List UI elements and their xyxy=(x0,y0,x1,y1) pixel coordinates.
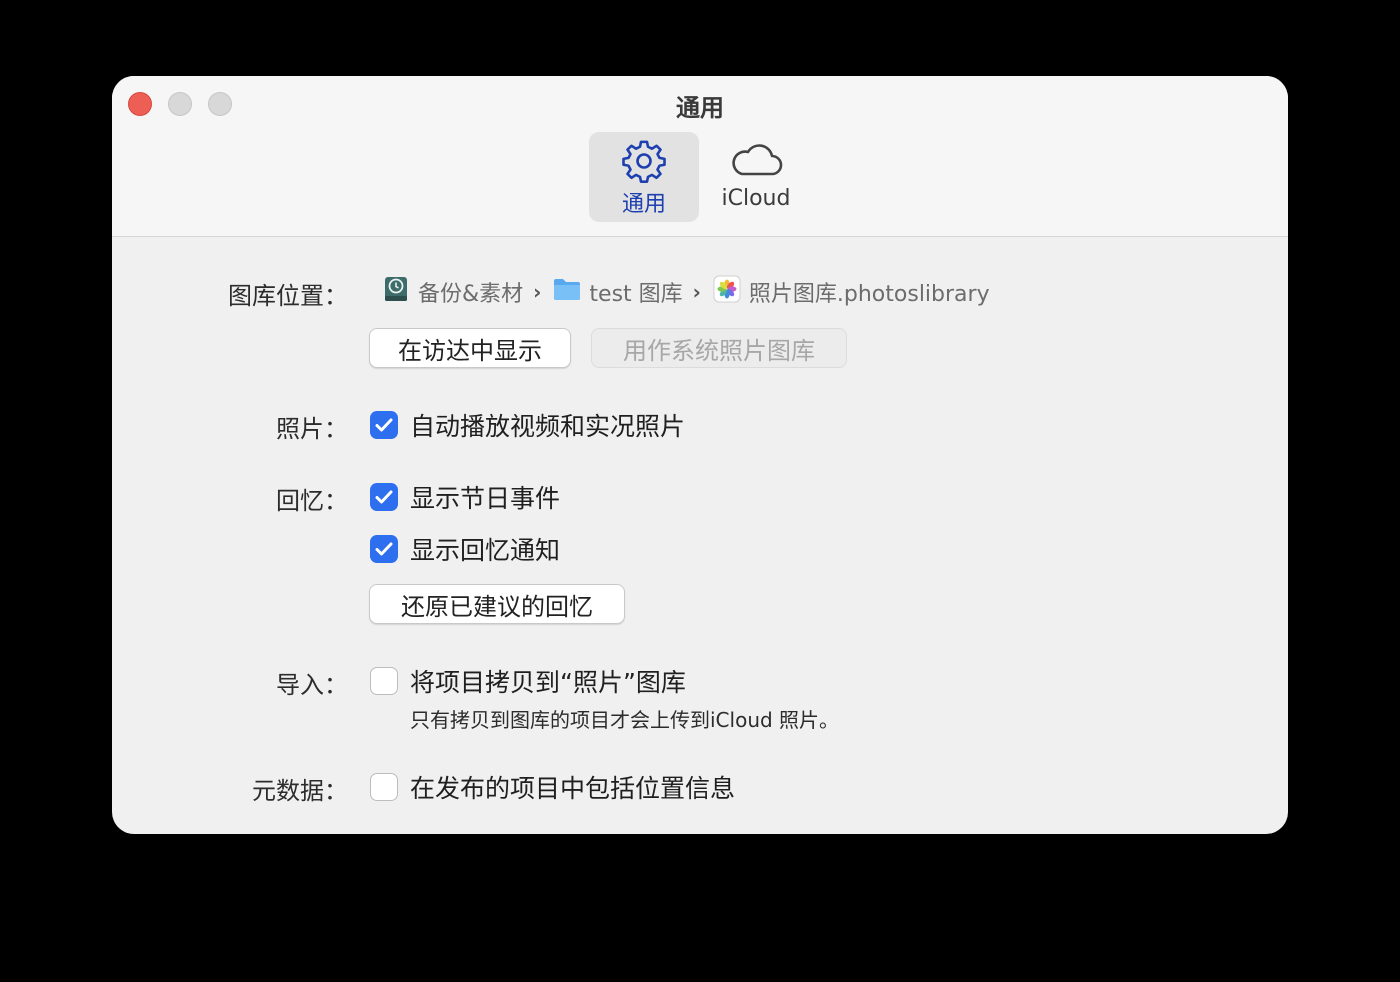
holiday-events-label: 显示节日事件 xyxy=(410,484,561,513)
path-segment-drive[interactable]: 备份&素材 xyxy=(382,275,523,309)
path-library-name: 照片图库.photoslibrary xyxy=(748,282,990,307)
checkmark-icon xyxy=(375,542,393,556)
photos-app-icon xyxy=(713,275,741,309)
include-location-checkbox[interactable] xyxy=(370,773,398,801)
preferences-window: 通用 通用 iCloud 图库位置： 备份&素材 › test 图库 › 照片图… xyxy=(112,76,1288,834)
path-segment-folder[interactable]: test 图库 xyxy=(553,276,683,308)
tab-general-label: 通用 xyxy=(621,192,666,217)
tab-icloud-label: iCloud xyxy=(721,186,791,211)
memories-label: 回忆： xyxy=(276,487,348,515)
include-location-label: 在发布的项目中包括位置信息 xyxy=(410,774,736,803)
memory-notifications-checkbox[interactable] xyxy=(370,535,398,563)
library-path[interactable]: 备份&素材 › test 图库 › 照片图库.photoslibrary xyxy=(382,275,990,309)
use-as-system-library-button[interactable]: 用作系统照片图库 xyxy=(591,328,847,368)
copy-to-library-label: 将项目拷贝到“照片”图库 xyxy=(410,668,686,697)
autoplay-label: 自动播放视频和实况照片 xyxy=(410,412,686,441)
import-label: 导入： xyxy=(276,671,348,699)
cloud-icon xyxy=(732,144,783,176)
reset-suggested-memories-button[interactable]: 还原已建议的回忆 xyxy=(369,584,625,624)
tab-general[interactable]: 通用 xyxy=(589,132,699,222)
holiday-events-checkbox[interactable] xyxy=(370,483,398,511)
window-title: 通用 xyxy=(676,94,724,122)
metadata-label: 元数据： xyxy=(252,777,348,805)
import-note: 只有拷贝到图库的项目才会上传到iCloud 照片。 xyxy=(410,708,840,732)
checkmark-icon xyxy=(375,418,393,432)
photos-label: 照片： xyxy=(276,415,348,443)
path-segment-library[interactable]: 照片图库.photoslibrary xyxy=(713,275,990,309)
toolbar: 通用 通用 iCloud xyxy=(112,76,1288,237)
checkmark-icon xyxy=(375,490,393,504)
path-drive-name: 备份&素材 xyxy=(418,282,524,307)
chevron-right-icon: › xyxy=(533,280,542,304)
path-folder-name: test 图库 xyxy=(589,282,683,307)
show-in-finder-button[interactable]: 在访达中显示 xyxy=(369,328,571,368)
folder-icon xyxy=(553,277,581,307)
chevron-right-icon: › xyxy=(692,280,701,304)
tab-icloud[interactable]: iCloud xyxy=(701,132,811,222)
time-machine-drive-icon xyxy=(382,275,410,309)
gear-icon xyxy=(622,140,666,183)
memory-notifications-label: 显示回忆通知 xyxy=(410,536,561,565)
library-location-label: 图库位置： xyxy=(228,282,348,310)
autoplay-checkbox[interactable] xyxy=(370,411,398,439)
copy-to-library-checkbox[interactable] xyxy=(370,667,398,695)
